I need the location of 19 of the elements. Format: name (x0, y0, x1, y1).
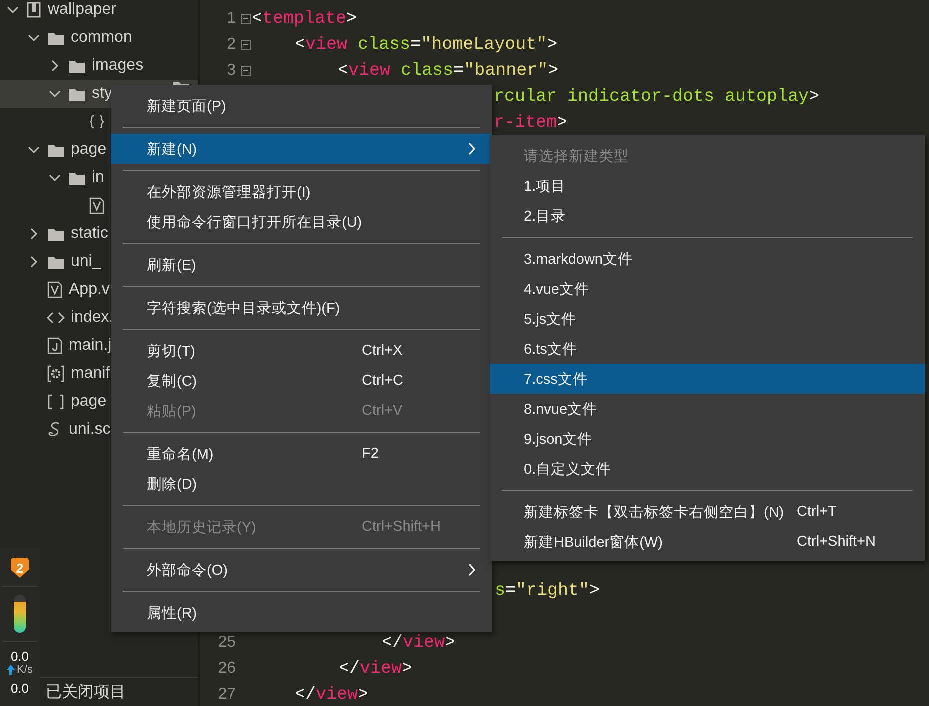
code-line: </view> (339, 659, 413, 679)
code-line: r-item> (494, 113, 568, 133)
shield-badge: 2 (11, 558, 29, 578)
code-line: </view> (295, 685, 369, 705)
code-line: </view> (382, 633, 456, 653)
code-line: s="right"> (495, 581, 600, 601)
line-number: 1 (227, 10, 236, 28)
line-number: 25 (218, 634, 236, 652)
code-line: <view class="banner"> (338, 61, 559, 81)
line-number: 2 (227, 36, 236, 54)
line-number: 26 (218, 660, 236, 678)
download-speed: 0.0 (10, 682, 30, 696)
upload-speed: 0.0 (10, 650, 30, 664)
line-number: 27 (218, 686, 236, 704)
code-line: rcular indicator-dots autoplay> (494, 87, 820, 107)
code-line: <view class="homeLayout"> (295, 35, 558, 55)
speed-unit: K/s (17, 664, 33, 676)
code-line: <template> (252, 9, 358, 29)
line-number: 3 (227, 62, 236, 80)
